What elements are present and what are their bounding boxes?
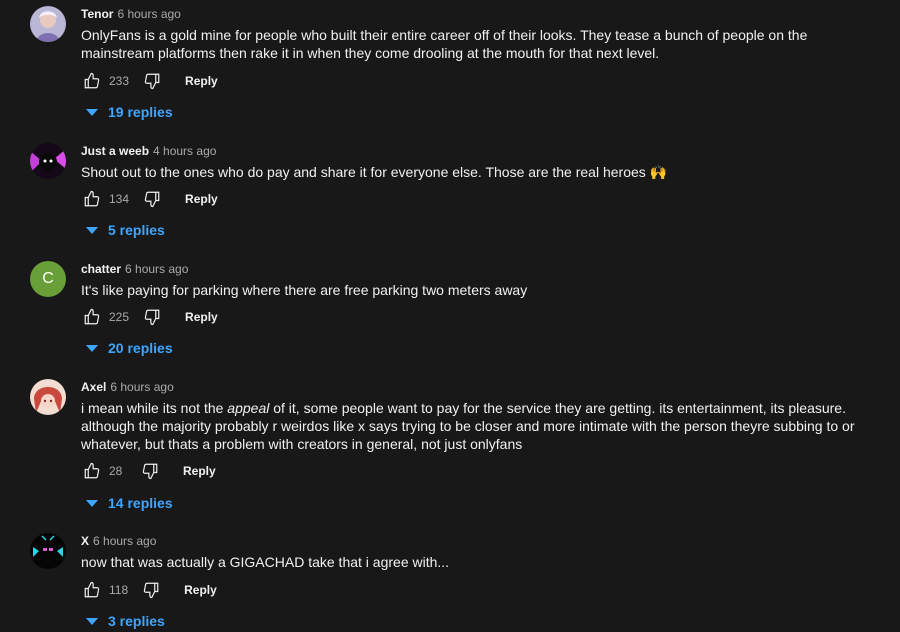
like-count: 28 <box>109 464 123 478</box>
dislike-icon[interactable] <box>141 306 163 328</box>
view-replies-button[interactable]: 14 replies <box>86 492 173 514</box>
dislike-icon[interactable] <box>139 460 161 482</box>
comment-timestamp[interactable]: 6 hours ago <box>110 380 173 394</box>
comment-actions: 225 Reply <box>81 305 218 329</box>
comment-author[interactable]: Tenor <box>81 7 113 21</box>
comment-author[interactable]: X <box>81 534 89 548</box>
view-replies-button[interactable]: 19 replies <box>86 101 173 123</box>
replies-label: 20 replies <box>108 340 173 356</box>
avatar[interactable] <box>30 6 66 42</box>
comment-text: It's like paying for parking where there… <box>81 282 528 298</box>
dislike-icon[interactable] <box>141 188 163 210</box>
view-replies-button[interactable]: 20 replies <box>86 337 173 359</box>
avatar[interactable] <box>30 533 66 569</box>
comment-actions: 233 Reply <box>81 69 218 93</box>
replies-label: 19 replies <box>108 104 173 120</box>
like-icon[interactable] <box>81 579 103 601</box>
like-count: 225 <box>109 310 130 324</box>
reply-button[interactable]: Reply <box>183 464 216 478</box>
chevron-down-icon <box>86 345 98 352</box>
comment-timestamp[interactable]: 4 hours ago <box>153 144 216 158</box>
chevron-down-icon <box>86 500 98 507</box>
dislike-icon[interactable] <box>140 579 162 601</box>
comment-actions: 118 Reply <box>81 578 217 602</box>
avatar[interactable] <box>30 143 66 179</box>
comment-text: now that was actually a GIGACHAD take th… <box>81 554 450 570</box>
avatar-letter: C <box>42 270 54 287</box>
comment-timestamp[interactable]: 6 hours ago <box>117 7 180 21</box>
replies-label: 5 replies <box>108 222 165 238</box>
like-icon[interactable] <box>81 188 103 210</box>
like-icon[interactable] <box>81 306 103 328</box>
comment-text: OnlyFans is a gold mine for people who b… <box>81 27 808 61</box>
like-count: 134 <box>109 192 130 206</box>
comment-text: Shout out to the ones who do pay and sha… <box>81 164 668 180</box>
comment-author[interactable]: Axel <box>81 380 106 394</box>
reply-button[interactable]: Reply <box>185 74 218 88</box>
reply-button[interactable]: Reply <box>184 583 217 597</box>
like-count: 118 <box>109 583 129 597</box>
chevron-down-icon <box>86 618 98 625</box>
comment-author[interactable]: Just a weeb <box>81 144 149 158</box>
comment-actions: 134 Reply <box>81 187 218 211</box>
replies-label: 3 replies <box>108 613 165 629</box>
avatar[interactable] <box>30 379 66 415</box>
reply-button[interactable]: Reply <box>185 310 218 324</box>
comment-actions: 28 Reply <box>81 459 216 483</box>
comment-author[interactable]: chatter <box>81 262 121 276</box>
chevron-down-icon <box>86 227 98 234</box>
replies-label: 14 replies <box>108 495 173 511</box>
comment-text: i mean while its not the appeal of it, s… <box>81 400 855 452</box>
reply-button[interactable]: Reply <box>185 192 218 206</box>
comment-timestamp[interactable]: 6 hours ago <box>125 262 188 276</box>
comment-timestamp[interactable]: 6 hours ago <box>93 534 156 548</box>
like-count: 233 <box>109 74 130 88</box>
like-icon[interactable] <box>81 460 103 482</box>
dislike-icon[interactable] <box>141 70 163 92</box>
avatar[interactable]: C <box>30 261 66 297</box>
view-replies-button[interactable]: 5 replies <box>86 219 165 241</box>
like-icon[interactable] <box>81 70 103 92</box>
chevron-down-icon <box>86 109 98 116</box>
